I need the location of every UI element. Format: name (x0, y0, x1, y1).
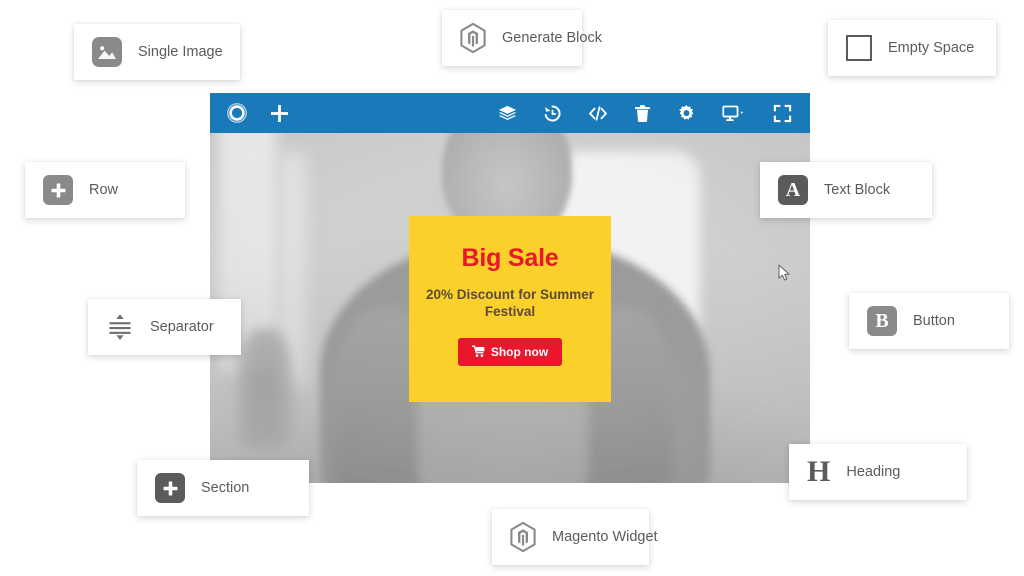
separator-icon (106, 312, 134, 342)
chip-row[interactable]: Row (25, 162, 185, 218)
chip-heading[interactable]: H Heading (789, 444, 967, 500)
square-outline-icon (846, 35, 872, 61)
chip-label: Empty Space (888, 40, 975, 56)
chip-generate-block[interactable]: Generate Block (442, 10, 602, 66)
gear-icon[interactable] (677, 104, 696, 123)
logo-icon[interactable] (226, 102, 248, 124)
chip-label: Section (201, 480, 250, 496)
chip-label: Separator (150, 319, 214, 335)
chip-label: Text Block (824, 182, 891, 198)
chip-label: Row (89, 182, 119, 198)
chip-label: Heading (846, 464, 901, 480)
monitor-icon[interactable] (722, 104, 747, 123)
trash-icon[interactable] (634, 104, 651, 123)
chip-label: Button (913, 313, 955, 329)
chip-single-image[interactable]: Single Image (74, 24, 240, 80)
chip-text-block[interactable]: A Text Block (760, 162, 932, 218)
letter-a-glyph: A (785, 179, 801, 201)
chip-section[interactable]: Section (137, 460, 309, 516)
add-icon[interactable] (270, 104, 289, 123)
layers-icon[interactable] (498, 104, 517, 123)
editor-canvas[interactable]: Big Sale 20% Discount for Summer Festiva… (210, 133, 810, 483)
fullscreen-icon[interactable] (773, 104, 792, 123)
image-icon (92, 37, 122, 67)
chip-label: Generate Block (502, 30, 602, 46)
chip-label: Single Image (138, 44, 223, 60)
chip-label: Magento Widget (552, 529, 658, 545)
page-builder-editor: Big Sale 20% Discount for Summer Festiva… (210, 93, 810, 483)
chip-separator[interactable]: Separator (88, 299, 241, 355)
code-icon[interactable] (588, 104, 608, 123)
toolbar-left-group (210, 102, 289, 124)
chip-button[interactable]: B Button (849, 293, 1009, 349)
shop-now-label: Shop now (490, 344, 549, 359)
cart-icon (471, 345, 485, 358)
letter-b-icon: B (867, 306, 897, 336)
letter-h-icon: H (807, 457, 830, 487)
chip-empty-space[interactable]: Empty Space (828, 20, 996, 76)
chip-magento-widget[interactable]: Magento Widget (492, 509, 658, 565)
plus-tile-icon (43, 175, 73, 205)
letter-a-icon: A (778, 175, 808, 205)
page-root: Big Sale 20% Discount for Summer Festiva… (0, 0, 1024, 576)
promo-subtitle: 20% Discount for Summer Festival (425, 287, 595, 319)
magento-icon (460, 23, 486, 53)
history-icon[interactable] (543, 104, 562, 123)
mouse-cursor (778, 264, 792, 282)
letter-h-glyph: H (807, 455, 831, 488)
editor-toolbar (210, 93, 810, 133)
shop-now-button[interactable]: Shop now (457, 337, 563, 366)
plus-tile-icon (155, 473, 185, 503)
toolbar-right-group (498, 104, 810, 123)
magento-icon (510, 522, 536, 552)
letter-b-glyph: B (875, 310, 889, 332)
promo-title: Big Sale (461, 244, 559, 272)
promo-block[interactable]: Big Sale 20% Discount for Summer Festiva… (409, 216, 611, 402)
